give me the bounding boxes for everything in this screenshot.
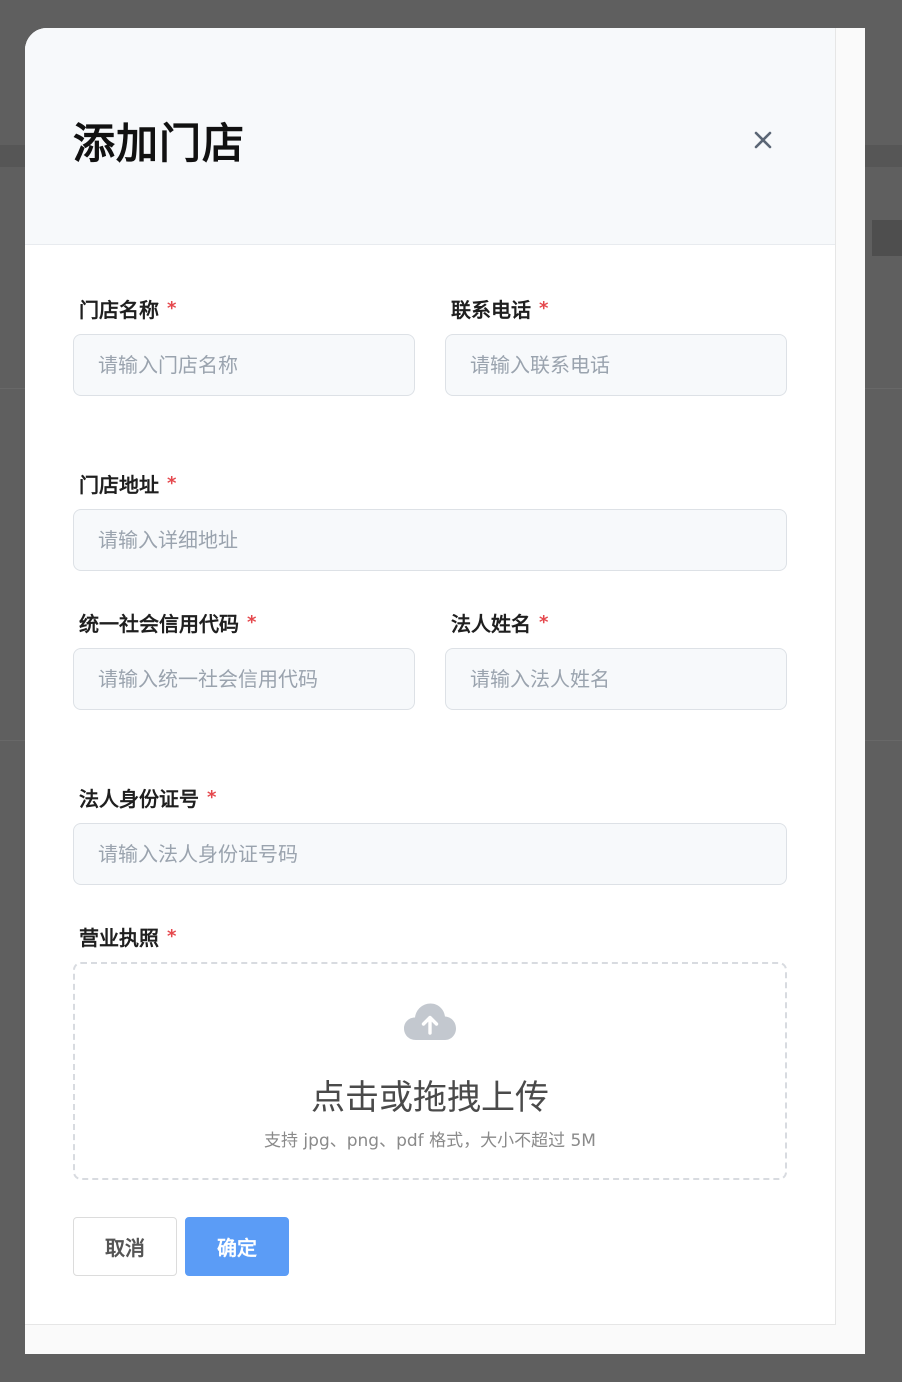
store-name-input[interactable] [73,334,415,396]
close-icon [754,131,772,149]
dialog-header: 添加门店 [25,28,835,245]
background-page-fragment [865,145,902,167]
background-page-fragment [872,220,902,256]
required-mark: * [207,787,217,808]
close-button[interactable] [749,126,777,154]
modal-backdrop-panel: 添加门店 门店名称 * 联系电话 * 门店地址 * 统一社会信用代码 [25,28,865,1354]
phone-input[interactable] [445,334,787,396]
credit-code-label: 统一社会信用代码 * [79,612,257,636]
phone-label: 联系电话 * [451,298,549,322]
required-mark: * [247,612,257,633]
credit-code-input[interactable] [73,648,415,710]
required-mark: * [167,473,177,494]
address-label: 门店地址 * [79,473,177,497]
license-upload-dropzone[interactable]: 点击或拖拽上传 支持 jpg、png、pdf 格式，大小不超过 5M [73,962,787,1180]
background-page-fragment [0,145,26,167]
legal-id-label: 法人身份证号 * [79,787,217,811]
upload-title: 点击或拖拽上传 [311,1078,549,1118]
required-mark: * [539,298,549,319]
confirm-button[interactable]: 确定 [185,1217,289,1276]
legal-name-input[interactable] [445,648,787,710]
store-name-label: 门店名称 * [79,298,177,322]
cancel-button[interactable]: 取消 [73,1217,177,1276]
upload-hint: 支持 jpg、png、pdf 格式，大小不超过 5M [264,1131,596,1151]
license-label: 营业执照 * [79,926,177,950]
address-input[interactable] [73,509,787,571]
legal-id-input[interactable] [73,823,787,885]
required-mark: * [539,612,549,633]
required-mark: * [167,298,177,319]
legal-name-label: 法人姓名 * [451,612,549,636]
dialog-title: 添加门店 [73,119,246,168]
required-mark: * [167,926,177,947]
cloud-upload-icon [404,1003,456,1040]
add-store-dialog: 添加门店 门店名称 * 联系电话 * 门店地址 * 统一社会信用代码 [25,28,836,1325]
